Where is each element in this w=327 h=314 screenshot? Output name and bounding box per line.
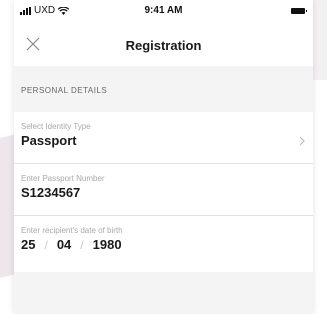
date-of-birth-inputs: 25 / 04 / 1980 xyxy=(21,237,122,252)
identity-type-select[interactable]: Select Identity Type Passport xyxy=(14,112,313,164)
dob-month-input[interactable]: 04 xyxy=(57,237,71,252)
content-area: PERSONAL DETAILS Select Identity Type Pa… xyxy=(14,66,313,314)
date-of-birth-field: Enter recipient's date of birth 25 / 04 … xyxy=(14,216,313,272)
dob-day-input[interactable]: 25 xyxy=(21,237,35,252)
status-time: 9:41 AM xyxy=(144,5,183,16)
section-header: PERSONAL DETAILS xyxy=(21,86,108,95)
phone-screen: UXD 9:41 AM Registration PERSONAL DETAIL… xyxy=(14,0,313,314)
passport-number-field[interactable]: Enter Passport Number S1234567 xyxy=(14,164,313,216)
dob-year-input[interactable]: 1980 xyxy=(93,237,122,252)
navigation-bar: Registration xyxy=(14,26,313,66)
identity-type-label: Select Identity Type xyxy=(21,122,91,131)
dob-separator: / xyxy=(80,237,84,252)
dob-separator: / xyxy=(44,237,48,252)
passport-number-value: S1234567 xyxy=(21,185,81,200)
page-title: Registration xyxy=(125,38,202,53)
status-bar: UXD 9:41 AM xyxy=(14,0,313,26)
identity-type-value: Passport xyxy=(21,133,77,148)
passport-number-label: Enter Passport Number xyxy=(21,174,105,183)
date-of-birth-label: Enter recipient's date of birth xyxy=(21,226,123,235)
battery-icon xyxy=(291,8,307,14)
personal-details-form: Select Identity Type Passport Enter Pass… xyxy=(14,112,313,272)
chevron-right-icon xyxy=(299,136,305,146)
